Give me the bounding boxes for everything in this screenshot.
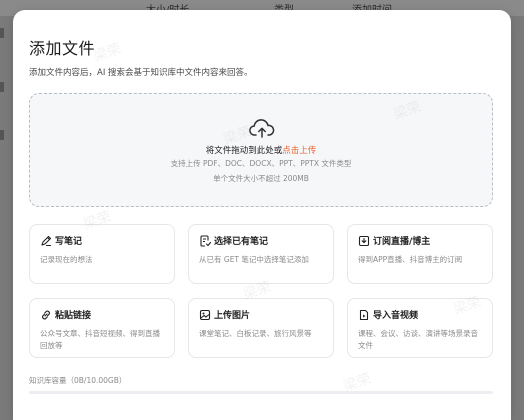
paste-link-card[interactable]: 粘贴链接 公众号文章、抖音短视频、得到直播回放等 (29, 298, 175, 358)
bg-left-mark (0, 82, 4, 92)
card-desc: 得到APP直播、抖音博主的订阅 (358, 255, 463, 264)
bg-left-mark (0, 130, 4, 140)
card-desc: 从已有 GET 笔记中选择笔记添加 (199, 255, 309, 264)
card-desc: 课程、会议、访谈、演讲等场景录音文件 (358, 329, 478, 350)
upload-image-card[interactable]: 上传图片 课堂笔记、白板记录、旅行风景等 (188, 298, 334, 358)
capacity-progress-bar (29, 391, 493, 394)
dropzone-main-text: 将文件拖动到此处或 (205, 146, 283, 156)
card-desc: 公众号文章、抖音短视频、得到直播回放等 (40, 329, 160, 350)
card-title: 上传图片 (214, 311, 251, 321)
dropzone-supported-types: 支持上传 PDF、DOC、DOCX、PPT、PPTX 文件类型 (170, 159, 352, 168)
file-dropzone[interactable]: 将文件拖动到此处或点击上传 支持上传 PDF、DOC、DOCX、PPT、PPTX… (29, 93, 493, 207)
watermark: 梁荣 (91, 41, 124, 65)
image-icon (199, 309, 211, 321)
add-file-modal: 添加文件 添加文件内容后，AI 搜索会基于知识库中文件内容来回答。 将文件拖动到… (13, 10, 511, 420)
subscribe-card[interactable]: 订阅直播/博主 得到APP直播、抖音博主的订阅 (347, 224, 493, 284)
subscribe-icon (358, 235, 370, 247)
cloud-upload-icon (249, 119, 275, 138)
card-title: 粘贴链接 (55, 311, 92, 321)
note-select-icon (200, 235, 211, 247)
card-title: 写笔记 (55, 237, 83, 247)
write-note-card[interactable]: 写笔记 记录现在的想法 (29, 224, 175, 284)
modal-title: 添加文件 (29, 39, 96, 58)
card-desc: 记录现在的想法 (40, 255, 93, 264)
card-desc: 课堂笔记、白板记录、旅行风景等 (199, 329, 312, 338)
card-title: 订阅直播/博主 (373, 237, 431, 247)
select-note-card[interactable]: 选择已有笔记 从已有 GET 笔记中选择笔记添加 (188, 224, 334, 284)
link-icon (42, 310, 50, 320)
audio-video-icon (359, 309, 369, 321)
card-title: 选择已有笔记 (214, 237, 269, 247)
dropzone-size-limit: 单个文件大小不超过 200MB (213, 174, 309, 183)
pen-icon (41, 235, 52, 247)
modal-subtitle: 添加文件内容后，AI 搜索会基于知识库中文件内容来回答。 (29, 68, 253, 78)
capacity-label: 知识库容量（0B/10.00GB） (29, 376, 127, 385)
card-title: 导入音视频 (373, 311, 419, 321)
click-upload-link[interactable]: 点击上传 (282, 146, 316, 156)
dropzone-instruction: 将文件拖动到此处或点击上传 (30, 144, 492, 156)
bg-left-mark (0, 28, 4, 38)
import-audio-video-card[interactable]: 导入音视频 课程、会议、访谈、演讲等场景录音文件 (347, 298, 493, 358)
